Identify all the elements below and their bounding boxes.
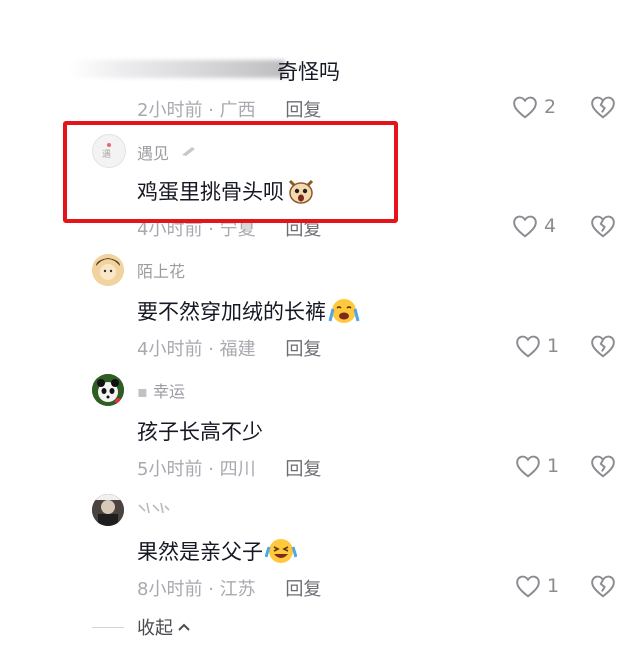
like-count: 4 [544,215,557,237]
reply-button[interactable]: 回复 [285,100,321,121]
meta-separator: · [208,459,214,480]
avatar[interactable] [92,374,124,406]
reply-button[interactable]: 回复 [285,339,321,360]
meta-separator: · [208,579,214,600]
like-button[interactable]: 1 [515,334,559,358]
heart-icon [513,215,537,238]
collapse-button[interactable]: 收起 [137,614,191,640]
collapse-divider [92,627,124,628]
dislike-button[interactable] [590,95,616,123]
comment-text: 要不然穿加绒的长裤 [137,296,360,330]
laugh-cry-emoji-icon [264,537,298,570]
avatar-image [92,494,124,526]
broken-heart-icon [591,215,615,238]
like-button[interactable]: 4 [512,214,556,238]
heart-icon [516,575,540,598]
like-count: 1 [547,335,560,357]
like-count: 2 [544,96,557,118]
dislike-button[interactable] [590,334,616,362]
comment-text-content: 要不然穿加绒的长裤 [137,300,326,324]
like-button[interactable]: 1 [515,574,559,598]
reply-button[interactable]: 回复 [285,459,321,480]
avatar[interactable] [92,494,124,526]
blurred-username [70,60,285,78]
comment-text: 果然是亲父子 [137,536,298,570]
heart-icon [513,96,537,119]
like-button[interactable]: 2 [512,95,556,119]
broken-heart-icon [591,335,615,358]
comment-location: 广西 [219,100,256,121]
comment-time: 5小时前 [137,459,203,480]
comment-location: 福建 [219,339,256,360]
comment-location: 江苏 [219,579,256,600]
comment-text: 孩子长高不少 [137,420,263,444]
meta-separator: · [208,100,214,121]
comment-text-content: 果然是亲父子 [137,540,263,564]
comment-meta: 8小时前 · 江苏 回复 [137,575,321,601]
comment-time: 8小时前 [137,579,203,600]
avatar[interactable] [92,254,124,286]
highlight-box [63,121,398,223]
comment-time: 4小时前 [137,339,203,360]
comment-username[interactable]: 陌上花 [137,258,185,282]
meta-separator: · [208,339,214,360]
chevron-up-icon [178,623,190,631]
heart-icon [516,455,540,478]
like-count: 1 [547,575,560,597]
obscured-username-icon [138,502,170,514]
dislike-button[interactable] [590,574,616,602]
broken-heart-icon [591,96,615,119]
avatar-image [92,254,124,286]
avatar-image [92,374,124,406]
comment-location: 四川 [219,459,256,480]
broken-heart-icon [591,575,615,598]
dislike-button[interactable] [590,454,616,482]
comment-meta: 2小时前 · 广西 回复 [137,96,321,122]
comment-text: 奇怪吗 [277,60,340,84]
collapse-label: 收起 [137,618,173,639]
username-text: 幸运 [152,382,185,401]
comment-meta: 5小时前 · 四川 回复 [137,455,321,481]
comment-meta: 4小时前 · 福建 回复 [137,335,321,361]
crying-face-emoji-icon [328,297,360,330]
like-count: 1 [547,455,560,477]
comment-time: 2小时前 [137,100,203,121]
heart-icon [516,335,540,358]
comment-username[interactable] [137,500,171,519]
like-button[interactable]: 1 [515,454,559,478]
comment-username[interactable]: ▪ 幸运 [137,378,185,402]
dislike-button[interactable] [590,214,616,242]
broken-heart-icon [591,455,615,478]
reply-button[interactable]: 回复 [285,579,321,600]
